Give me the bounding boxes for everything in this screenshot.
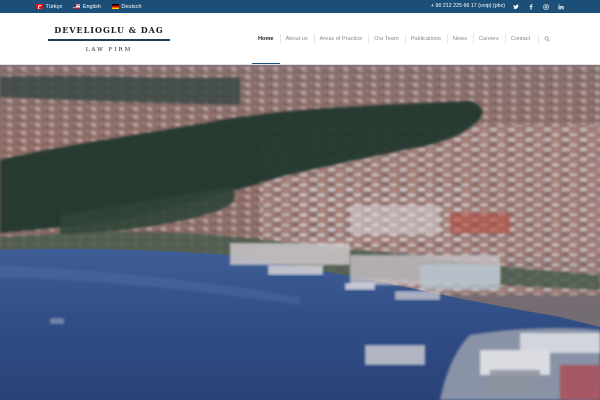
language-switcher: Türkçe English Deutsch	[36, 0, 153, 13]
nav-publications[interactable]: Publications	[404, 13, 447, 65]
nav-areas-of-practice[interactable]: Areas of Practice	[313, 13, 369, 65]
twitter-icon[interactable]	[513, 4, 519, 10]
facebook-icon[interactable]	[528, 3, 534, 10]
language-turkish-link[interactable]: Türkçe	[36, 4, 62, 10]
instagram-icon[interactable]	[543, 3, 549, 10]
search-button[interactable]	[538, 13, 556, 65]
logo-divider	[48, 39, 170, 41]
linkedin-icon[interactable]	[558, 3, 564, 10]
phone-number[interactable]: + 90 212 225 66 17 (voip) (pbx)	[431, 0, 505, 13]
hero-image	[0, 65, 600, 400]
top-bar: Türkçe English Deutsch + 90 212 225 66 1…	[0, 0, 600, 13]
language-german-link[interactable]: Deutsch	[111, 3, 142, 10]
nav-careers[interactable]: Careers	[472, 13, 505, 65]
uk-flag-icon	[73, 4, 81, 9]
search-icon	[544, 36, 550, 42]
language-label: English	[82, 3, 101, 10]
logo-name: DEVELIOGLU & DAG	[54, 25, 164, 35]
language-label: Türkçe	[45, 3, 63, 10]
site-header: DEVELIOGLU & DAG LAW FIRM Home About us …	[0, 13, 600, 65]
turkey-flag-icon	[36, 4, 43, 9]
language-label: Deutsch	[121, 3, 142, 10]
nav-our-team[interactable]: Our Team	[368, 13, 404, 65]
main-nav: Home About us Areas of Practice Our Team…	[252, 13, 556, 65]
logo-subtitle: LAW FIRM	[85, 47, 133, 53]
language-english-link[interactable]: English	[73, 4, 101, 10]
nav-news[interactable]: News	[446, 13, 473, 65]
germany-flag-icon	[111, 4, 119, 9]
nav-about-us[interactable]: About us	[279, 13, 314, 65]
social-links	[513, 0, 564, 13]
nav-home[interactable]: Home	[252, 13, 280, 65]
logo[interactable]: DEVELIOGLU & DAG LAW FIRM	[48, 25, 170, 57]
nav-contact[interactable]: Contact	[504, 13, 536, 65]
